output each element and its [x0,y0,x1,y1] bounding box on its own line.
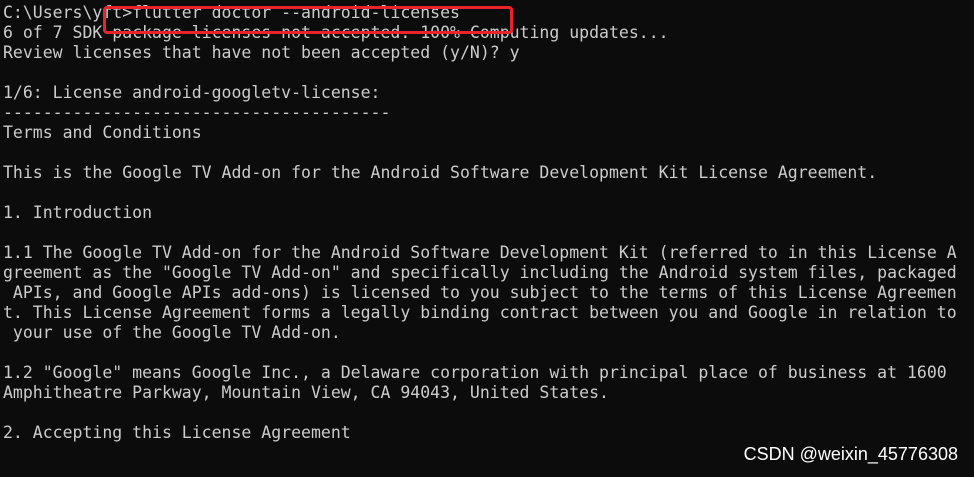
terminal-line: Terms and Conditions [3,123,202,142]
terminal-window[interactable]: C:\Users\yft>flutter doctor --android-li… [0,0,974,477]
terminal-line: greement as the "Google TV Add-on" and s… [3,263,957,282]
terminal-line: your use of the Google TV Add-on. [3,323,341,342]
terminal-line: This is the Google TV Add-on for the And… [3,163,878,182]
command-highlight-box [103,6,513,34]
terminal-line: Amphitheatre Parkway, Mountain View, CA … [3,383,609,402]
terminal-line: 1.2 "Google" means Google Inc., a Delawa… [3,363,947,382]
watermark: CSDN @weixin_45776308 [743,444,958,464]
terminal-line: APIs, and Google APIs add-ons) is licens… [3,283,957,302]
terminal-line: t. This License Agreement forms a legall… [3,303,957,322]
terminal-line: Review licenses that have not been accep… [3,43,520,62]
terminal-line: 1.1 The Google TV Add-on for the Android… [3,243,957,262]
terminal-line: 1. Introduction [3,203,153,222]
terminal-line: 1/6: License android-googletv-license: [3,83,381,102]
terminal-line: 2. Accepting this License Agreement [3,423,351,442]
terminal-line: --------------------------------------- [3,103,391,122]
